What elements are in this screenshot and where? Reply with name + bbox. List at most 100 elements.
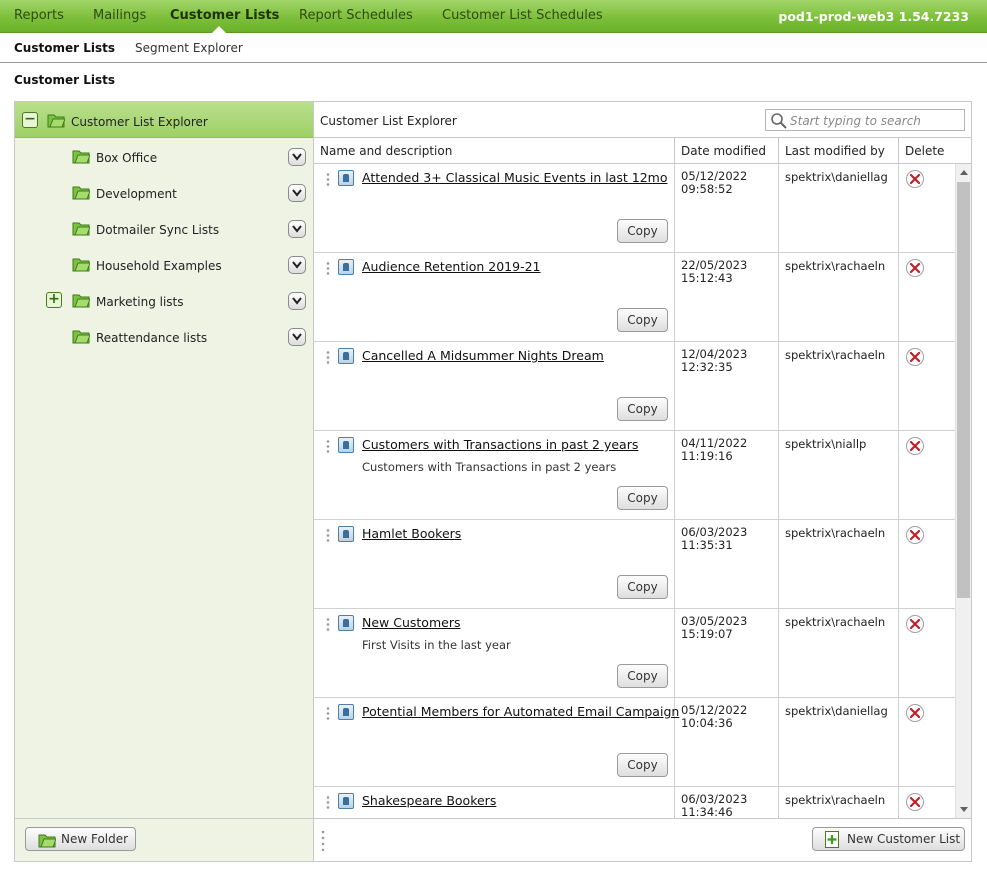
delete-icon[interactable] xyxy=(906,704,924,722)
copy-button[interactable]: Copy xyxy=(617,219,668,243)
delete-icon[interactable] xyxy=(906,437,924,455)
tree-folder-reattendance[interactable]: Reattendance lists xyxy=(15,318,313,354)
new-customer-list-button[interactable]: New Customer List xyxy=(812,827,965,851)
tab-reports[interactable]: Reports xyxy=(14,8,64,23)
tab-customer-list-schedules[interactable]: Customer List Schedules xyxy=(442,8,603,23)
search-input[interactable]: Start typing to search xyxy=(765,109,965,131)
list-name-link[interactable]: New Customers xyxy=(362,615,460,630)
name-cell: Potential Members for Automated Email Ca… xyxy=(314,698,679,786)
folder-icon xyxy=(72,330,90,344)
chevron-down-icon[interactable] xyxy=(288,328,306,346)
tab-report-schedules[interactable]: Report Schedules xyxy=(299,8,413,23)
delete-icon[interactable] xyxy=(906,170,924,188)
time-modified: 12:32:35 xyxy=(681,360,733,374)
tree-folder-box-office[interactable]: Box Office xyxy=(15,138,313,174)
drag-handle[interactable] xyxy=(326,350,330,366)
table-row: New Customers First Visits in the last ye… xyxy=(314,609,955,698)
drag-handle[interactable] xyxy=(326,795,330,811)
copy-button[interactable]: Copy xyxy=(617,397,668,421)
new-folder-button[interactable]: New Folder xyxy=(25,827,136,851)
last-modified-by: spektrix\rachaeln xyxy=(785,348,886,362)
date-cell: 04/11/2022 11:19:16 xyxy=(675,431,779,519)
delete-icon[interactable] xyxy=(906,259,924,277)
copy-button[interactable]: Copy xyxy=(617,308,668,332)
tree-folder-household[interactable]: Household Examples xyxy=(15,246,313,282)
subnav-segment-explorer[interactable]: Segment Explorer xyxy=(135,41,243,55)
delete-icon[interactable] xyxy=(906,615,924,633)
list-name-link[interactable]: Cancelled A Midsummer Nights Dream xyxy=(362,348,604,363)
list-name-link[interactable]: Customers with Transactions in past 2 ye… xyxy=(362,437,638,452)
customer-list-icon xyxy=(338,615,354,631)
chevron-down-icon[interactable] xyxy=(288,292,306,310)
folder-tree: − Customer List Explorer Box Office Deve… xyxy=(15,102,314,861)
scroll-down-icon[interactable] xyxy=(960,807,968,812)
list-name-link[interactable]: Audience Retention 2019-21 xyxy=(362,259,541,274)
panel-title: Customer List Explorer xyxy=(320,114,457,128)
delete-icon[interactable] xyxy=(906,526,924,544)
copy-button[interactable]: Copy xyxy=(617,664,668,688)
folder-icon xyxy=(38,834,56,848)
chevron-down-icon[interactable] xyxy=(288,184,306,202)
scrollbar[interactable] xyxy=(955,164,971,818)
folder-label: Marketing lists xyxy=(96,295,184,309)
time-modified: 15:19:07 xyxy=(681,627,733,641)
chevron-down-icon[interactable] xyxy=(288,148,306,166)
new-folder-label: New Folder xyxy=(61,832,129,846)
tree-footer: New Folder xyxy=(15,818,313,861)
delete-icon[interactable] xyxy=(906,793,924,811)
name-cell: Customers with Transactions in past 2 ye… xyxy=(314,431,675,519)
drag-handle[interactable] xyxy=(326,706,330,722)
folder-label: Dotmailer Sync Lists xyxy=(96,223,220,237)
expand-icon[interactable]: + xyxy=(46,292,62,308)
table-row: Cancelled A Midsummer Nights Dream Copy 12… xyxy=(314,342,955,431)
modified-by-cell: spektrix\rachaeln xyxy=(779,253,899,341)
drag-handle[interactable] xyxy=(326,528,330,544)
drag-handle[interactable] xyxy=(326,617,330,633)
panel-header: Customer List Explorer Start typing to s… xyxy=(314,102,971,138)
list-rows: Attended 3+ Classical Music Events in la… xyxy=(314,164,955,818)
name-cell: Attended 3+ Classical Music Events in la… xyxy=(314,164,675,252)
time-modified: 15:12:43 xyxy=(681,271,733,285)
folder-icon xyxy=(72,258,90,272)
date-cell: 12/04/2023 12:32:35 xyxy=(675,342,779,430)
copy-button[interactable]: Copy xyxy=(617,753,668,777)
list-name-link[interactable]: Hamlet Bookers xyxy=(362,526,461,541)
date-cell: 06/03/2023 11:35:31 xyxy=(675,520,779,608)
name-cell: Audience Retention 2019-21 Copy xyxy=(314,253,675,341)
delete-icon[interactable] xyxy=(906,348,924,366)
folder-icon xyxy=(72,222,90,236)
column-name: Name and description xyxy=(314,138,675,164)
chevron-down-icon[interactable] xyxy=(288,256,306,274)
column-delete: Delete xyxy=(899,138,971,164)
subnav-customer-lists[interactable]: Customer Lists xyxy=(14,41,115,55)
customer-list-icon xyxy=(338,437,354,453)
modified-by-cell: spektrix\rachaeln xyxy=(779,609,899,697)
time-modified: 11:19:16 xyxy=(681,449,733,463)
modified-by-cell: spektrix\rachaeln xyxy=(779,520,899,608)
tab-customer-lists[interactable]: Customer Lists xyxy=(170,8,279,23)
list-name-link[interactable]: Shakespeare Bookers xyxy=(362,793,496,808)
collapse-icon[interactable]: − xyxy=(22,112,38,128)
tab-mailings[interactable]: Mailings xyxy=(93,8,146,23)
drag-handle[interactable] xyxy=(326,261,330,277)
tree-root[interactable]: − Customer List Explorer xyxy=(15,102,313,138)
resize-grip[interactable] xyxy=(321,829,325,851)
customer-list-icon xyxy=(338,526,354,542)
customer-list-icon xyxy=(338,170,354,186)
chevron-down-icon[interactable] xyxy=(288,220,306,238)
list-name-link[interactable]: Attended 3+ Classical Music Events in la… xyxy=(362,170,667,185)
modified-by-cell: spektrix\daniellag xyxy=(779,698,899,786)
scrollbar-thumb[interactable] xyxy=(957,182,970,598)
drag-handle[interactable] xyxy=(326,172,330,188)
tree-folder-development[interactable]: Development xyxy=(15,174,313,210)
drag-handle[interactable] xyxy=(326,439,330,455)
list-name-link[interactable]: Potential Members for Automated Email Ca… xyxy=(362,704,679,719)
scroll-up-icon[interactable] xyxy=(960,170,968,175)
folder-icon xyxy=(72,186,90,200)
date-cell: 06/03/2023 11:34:46 xyxy=(675,787,779,818)
search-icon xyxy=(771,113,787,129)
tree-folder-dotmailer[interactable]: Dotmailer Sync Lists xyxy=(15,210,313,246)
copy-button[interactable]: Copy xyxy=(617,575,668,599)
delete-cell xyxy=(899,253,955,341)
copy-button[interactable]: Copy xyxy=(617,486,668,510)
